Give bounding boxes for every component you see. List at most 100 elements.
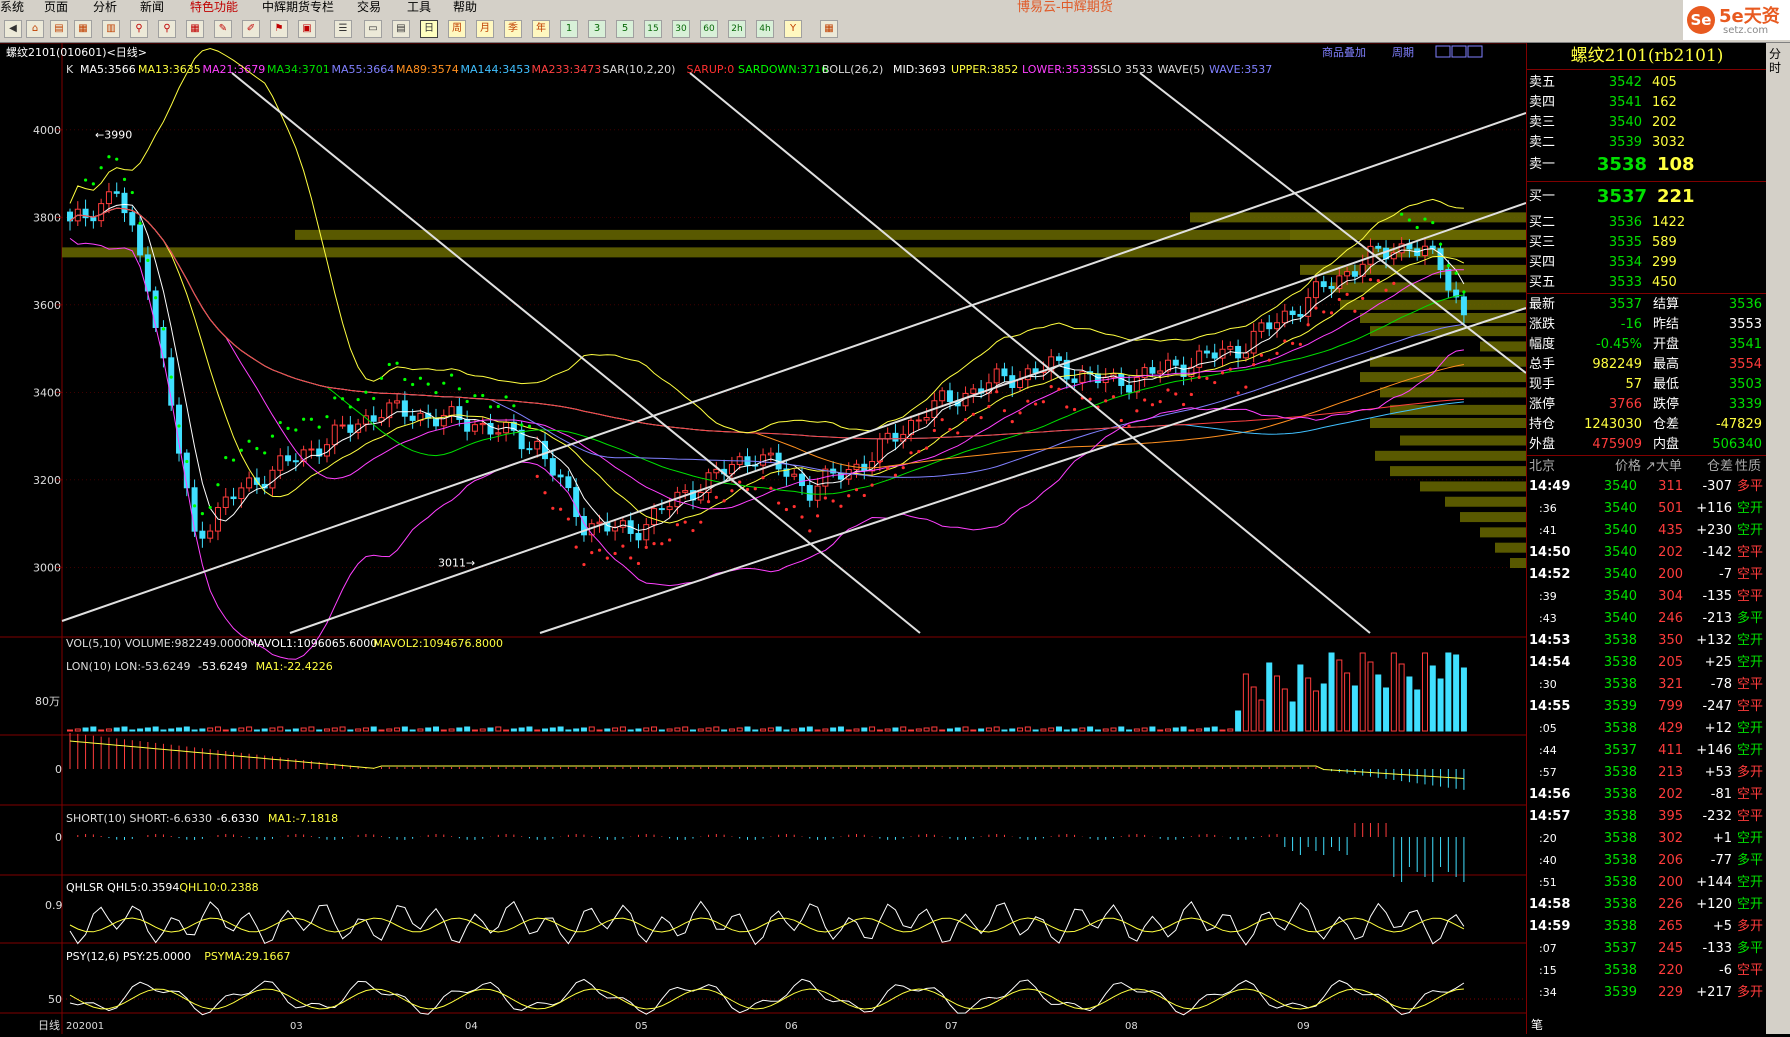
menu-news[interactable]: 新闻	[140, 0, 164, 15]
sar-dot	[699, 520, 703, 524]
search-icon[interactable]: ⚲	[158, 20, 176, 38]
volume-bar	[682, 726, 689, 732]
sar-dot	[1127, 424, 1131, 428]
volume-bar	[806, 726, 813, 732]
period-week[interactable]: 周	[448, 20, 466, 38]
sar-dot	[122, 177, 127, 181]
tick-nature: 空平	[1737, 787, 1764, 802]
tick-price: 3540	[1603, 611, 1637, 626]
period-15min[interactable]: 15	[644, 20, 662, 38]
candle-body	[222, 496, 229, 509]
sar-dot	[823, 496, 827, 500]
sar-dot	[652, 542, 656, 546]
menu-tools[interactable]: 工具	[407, 0, 431, 15]
main-legend-item: BOLL(26,2)	[822, 63, 883, 76]
window-btn-3[interactable]	[1467, 45, 1483, 58]
tick-diff: -232	[1702, 809, 1732, 824]
sar-dot	[1306, 323, 1310, 327]
period-year[interactable]: 年	[532, 20, 550, 38]
candle-body	[1351, 271, 1358, 277]
period-month[interactable]: 月	[476, 20, 494, 38]
calculator-icon[interactable]: ▦	[820, 20, 838, 38]
back-icon[interactable]: ◀	[4, 20, 22, 38]
candle-body	[207, 530, 214, 539]
sar-dot	[379, 376, 384, 380]
draw-icon[interactable]: ✐	[242, 20, 260, 38]
table-icon[interactable]: ☰	[334, 20, 352, 38]
chart-icon[interactable]: ▥	[102, 20, 120, 38]
volume-bar	[152, 726, 159, 732]
zoom-icon[interactable]: ⚲	[130, 20, 148, 38]
candle-body	[1133, 377, 1140, 393]
period-5min[interactable]: 5	[616, 20, 634, 38]
period-custom[interactable]: Y	[784, 20, 802, 38]
tag-icon[interactable]: ⚑	[270, 20, 288, 38]
tick-time: 14:56	[1529, 787, 1571, 802]
period-2h[interactable]: 2h	[728, 20, 746, 38]
menu-page[interactable]: 页面	[44, 0, 68, 15]
volume-bar	[1141, 727, 1148, 732]
volume-bar	[1009, 728, 1016, 732]
period-30min[interactable]: 30	[672, 20, 690, 38]
sar-dot	[1337, 297, 1341, 302]
candle-body	[1242, 352, 1249, 359]
sar-dot	[1104, 399, 1108, 403]
volume-profile-bar	[1510, 558, 1526, 568]
period-60min[interactable]: 60	[700, 20, 718, 38]
sar-dot	[753, 487, 757, 491]
tick-price: 3538	[1603, 831, 1637, 846]
tick-price: 3538	[1603, 963, 1637, 978]
period-3min[interactable]: 3	[588, 20, 606, 38]
menu-features[interactable]: 特色功能	[190, 0, 238, 15]
candle-body	[970, 388, 977, 394]
window-btn-1[interactable]	[1435, 45, 1451, 58]
menu-system[interactable]: 系统	[0, 0, 24, 15]
print-icon[interactable]: ▣	[298, 20, 316, 38]
menu-zhonghui[interactable]: 中辉期货专栏	[262, 0, 334, 15]
candle-body	[1172, 359, 1179, 366]
volume-bar	[767, 727, 774, 732]
list-icon[interactable]: ▦	[74, 20, 92, 38]
menu-help[interactable]: 帮助	[453, 0, 477, 15]
volume-bar	[1281, 688, 1288, 732]
period-quarter[interactable]: 季	[504, 20, 522, 38]
layout-icon[interactable]: ▤	[392, 20, 410, 38]
sar-dot	[909, 451, 913, 455]
sar-dot	[1111, 395, 1116, 399]
trend-line	[231, 72, 921, 634]
calendar-icon[interactable]: ▦	[186, 20, 204, 38]
tick-header: 北京 价格 ↗大单 仓差 性质	[1527, 457, 1767, 476]
chart-area[interactable]: 螺纹2101(010601)<日线> 商品叠加 周期 K MA5:3566 MA13:36…	[0, 42, 1527, 1034]
window-icon[interactable]: ▭	[364, 20, 382, 38]
tick-nature: 多平	[1737, 853, 1764, 868]
volume-bar	[666, 728, 673, 732]
candle-body	[246, 477, 253, 489]
period-day[interactable]: 日	[420, 20, 438, 38]
tick-nature: 多开	[1737, 985, 1764, 1000]
legend-prefix: K	[66, 63, 74, 76]
side-tab-fenshi[interactable]: 分时	[1769, 47, 1785, 75]
period-4h[interactable]: 4h	[756, 20, 774, 38]
volume-bar	[1406, 676, 1413, 732]
tick-time: :43	[1539, 612, 1557, 625]
volume-bar	[199, 728, 206, 732]
stat-label: 幅度	[1529, 337, 1556, 352]
tick-price: 3540	[1603, 501, 1637, 516]
menu-analysis[interactable]: 分析	[93, 0, 117, 15]
sar-dot	[831, 499, 835, 503]
volume-profile-bar	[1360, 313, 1526, 323]
volume-bar	[822, 728, 829, 732]
period-1min[interactable]: 1	[560, 20, 578, 38]
tab-ticks[interactable]: 笔	[1531, 1016, 1543, 1033]
candle-body	[230, 496, 237, 500]
tick-volume: 200	[1658, 875, 1683, 890]
kline-chart-svg[interactable]: 螺纹2101(010601)<日线> 商品叠加 周期K MA5:3566 MA13:36…	[0, 42, 1527, 1034]
sar-dot	[1072, 407, 1077, 412]
window-btn-2[interactable]	[1451, 45, 1467, 58]
volume-bar	[74, 728, 81, 732]
folder-icon[interactable]: ▤	[50, 20, 68, 38]
home-icon[interactable]: ⌂	[26, 20, 44, 38]
pen-icon[interactable]: ✎	[214, 20, 232, 38]
ask-row: 卖三 3540 202	[1527, 113, 1767, 132]
menu-trade[interactable]: 交易	[357, 0, 381, 15]
